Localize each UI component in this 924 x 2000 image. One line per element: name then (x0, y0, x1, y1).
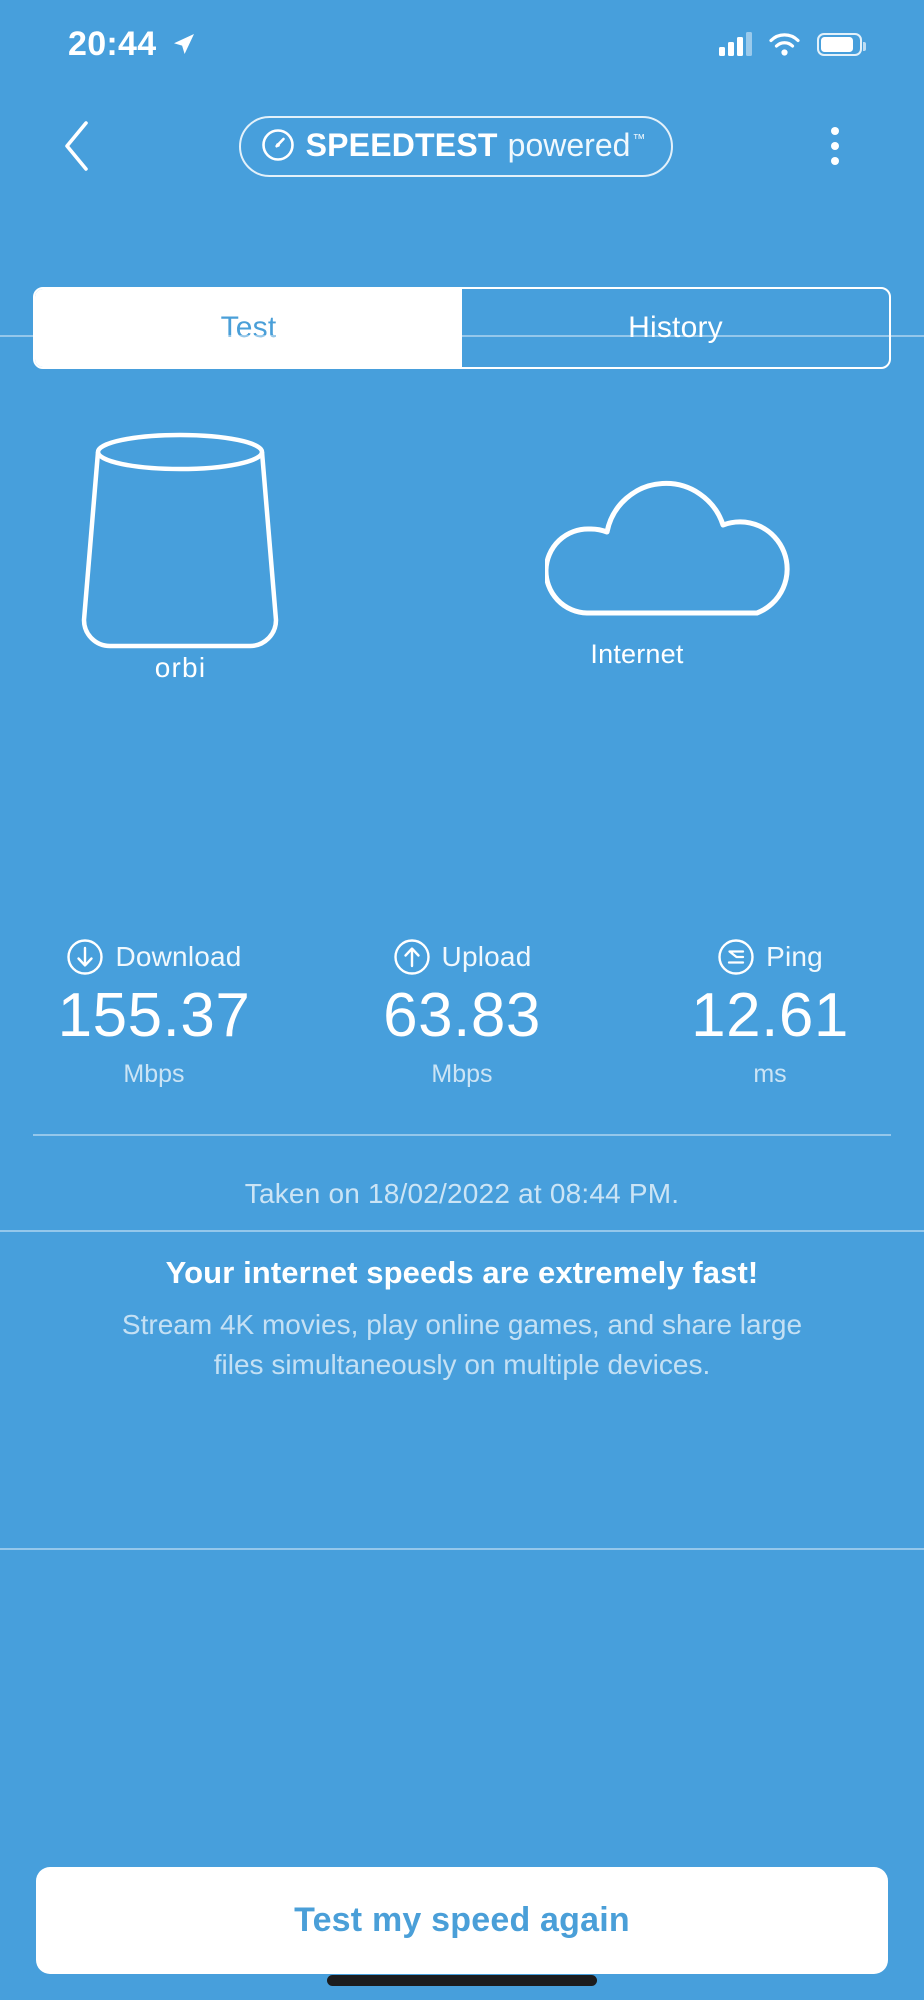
tab-segmented-control: Test History (33, 287, 891, 369)
metric-value: 155.37 (57, 981, 251, 1050)
tab-history[interactable]: History (462, 289, 889, 367)
divider-above-message (0, 1230, 924, 1232)
divider-above-timestamp (33, 1134, 891, 1136)
home-indicator (327, 1975, 597, 1986)
metric-label: Download (115, 941, 242, 972)
metric-label: Upload (441, 941, 532, 972)
metrics-row: Download 155.37 Mbps Upload 63.83 Mbps P… (0, 938, 924, 1089)
overflow-menu-button[interactable] (806, 117, 864, 175)
logo-text: SPEEDTEST powered ™ (306, 127, 646, 164)
tab-test[interactable]: Test (35, 289, 462, 367)
cloud-icon (543, 480, 790, 616)
app-screen: 20:44 SPEEDTEST powered ™ Test History o… (0, 0, 924, 2000)
metric-upload: Upload 63.83 Mbps (308, 938, 616, 1089)
kebab-dot (830, 127, 839, 135)
metric-unit: ms (753, 1059, 787, 1088)
timestamp-text: Taken on 18/02/2022 at 08:44 PM. (244, 1178, 680, 1209)
status-bar-left: 20:44 (68, 25, 196, 64)
metric-header: Ping (717, 938, 823, 976)
cellular-signal-icon (719, 32, 752, 56)
arrow-down-circle-icon (67, 939, 104, 975)
summary-description: Stream 4K movies, play online games, and… (121, 1309, 803, 1380)
battery-icon (817, 32, 866, 56)
ping-circle-icon (718, 939, 754, 975)
logo-brand: SPEEDTEST (305, 126, 498, 163)
metric-label: Ping (766, 941, 823, 972)
metric-download: Download 155.37 Mbps (0, 938, 308, 1089)
speedtest-gauge-icon (261, 129, 294, 161)
divider-below-message (0, 1548, 924, 1550)
metric-unit: Mbps (123, 1059, 185, 1088)
metric-unit: Mbps (431, 1059, 493, 1088)
metric-header: Download (66, 938, 241, 976)
trademark-mark: ™ (632, 130, 646, 146)
summary-message: Your internet speeds are extremely fast!… (0, 1255, 924, 1385)
metric-value: 63.83 (383, 981, 541, 1050)
summary-title: Your internet speeds are extremely fast! (165, 1255, 759, 1290)
status-bar: 20:44 (0, 0, 924, 88)
cloud-group: Internet (543, 465, 800, 670)
logo-suffix: powered (507, 126, 631, 163)
divider-below-tabs (0, 335, 924, 337)
router-label: orbi (154, 652, 207, 683)
orbi-router-icon (81, 432, 279, 649)
status-bar-right (719, 32, 866, 56)
kebab-dot (830, 157, 839, 165)
retest-button[interactable]: Test my speed again (36, 1867, 888, 1974)
metric-header: Upload (393, 938, 532, 976)
network-illustration: orbi Internet (0, 430, 924, 720)
wifi-icon (769, 32, 800, 56)
arrow-up-circle-icon (393, 939, 430, 975)
cloud-label: Internet (590, 639, 684, 669)
status-bar-time: 20:44 (68, 24, 157, 63)
back-button[interactable] (48, 117, 106, 175)
metric-ping: Ping 12.61 ms (616, 938, 924, 1089)
location-arrow-icon (174, 34, 195, 54)
app-header: SPEEDTEST powered ™ (0, 98, 924, 194)
speedtest-logo: SPEEDTEST powered ™ (238, 115, 674, 177)
chevron-left-icon (65, 121, 88, 171)
metric-value: 12.61 (691, 981, 849, 1050)
kebab-dot (830, 142, 839, 150)
